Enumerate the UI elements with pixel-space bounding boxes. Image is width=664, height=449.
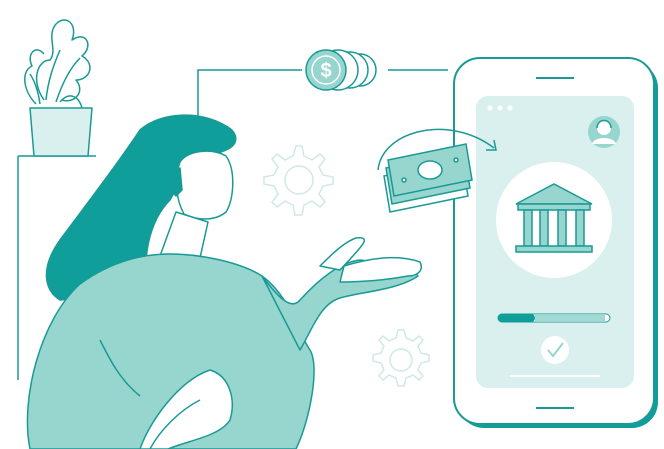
progress-bar — [497, 313, 611, 323]
bank-icon — [496, 162, 612, 278]
user-avatar-icon[interactable] — [588, 116, 620, 148]
checkmark-icon[interactable] — [541, 336, 569, 364]
svg-text:$: $ — [320, 60, 331, 82]
mobile-banking-illustration: $ — [0, 0, 664, 449]
window-dots — [487, 105, 513, 111]
plant-icon — [24, 19, 93, 157]
gear-icon — [263, 145, 334, 216]
progress-fill — [498, 314, 535, 322]
coin-stack-icon: $ — [305, 49, 377, 91]
gear-icon-small — [372, 329, 430, 387]
woman-figure — [26, 114, 422, 449]
